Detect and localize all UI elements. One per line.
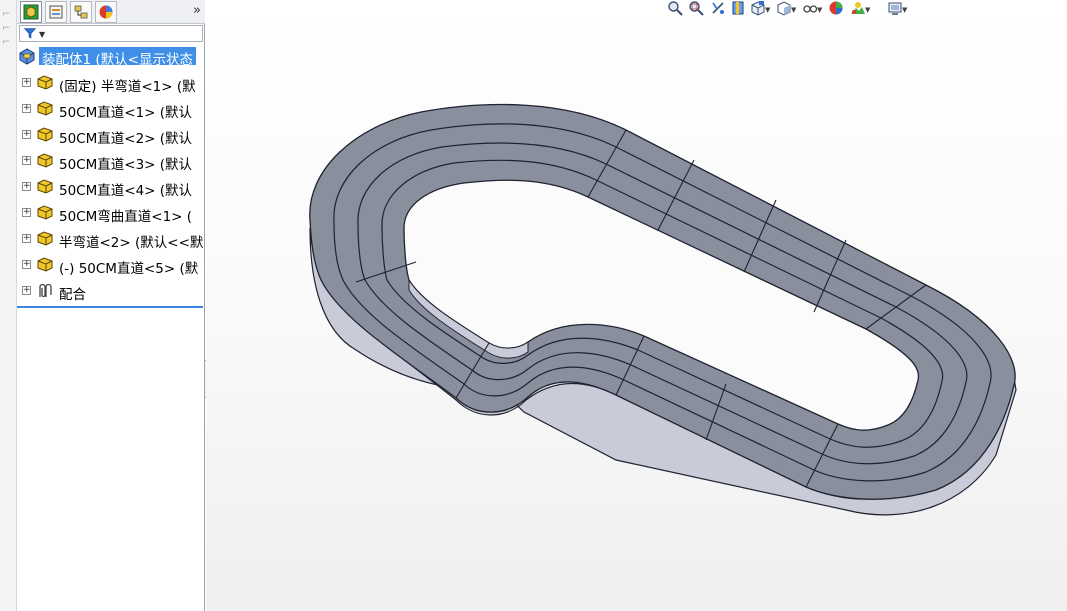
tree-item-part[interactable]: + 50CM直道<3> (默认 [17, 150, 203, 172]
expand-toggle[interactable]: + [22, 260, 31, 269]
smart-dimension-icon[interactable]: ⌐ [2, 38, 14, 48]
tree-item-part[interactable]: + 半弯道<2> (默认<<默 [17, 228, 203, 250]
part-icon [37, 257, 53, 272]
filter-dropdown-arrow[interactable]: ▼ [39, 30, 45, 39]
part-icon [37, 205, 53, 220]
tree-item-label: 半弯道<2> (默认<<默 [59, 235, 203, 250]
tab-configuration-manager[interactable] [70, 1, 92, 23]
feature-manager-panel: » ▼ 装配体1 (默认<显示状态 + (固定) 半弯道<1> (默 + 50C… [17, 0, 205, 611]
part-icon [37, 231, 53, 246]
tree-item-label: 50CM弯曲直道<1> ( [59, 209, 193, 224]
sketch-tool-icon[interactable]: ⌐ [2, 10, 14, 20]
part-icon [37, 127, 53, 142]
tree-item-part[interactable]: + (-) 50CM直道<5> (默 [17, 254, 203, 276]
tree-bottom-divider [17, 306, 203, 308]
expand-toggle[interactable]: + [22, 286, 31, 295]
expand-toggle[interactable]: + [22, 156, 31, 165]
expand-toggle[interactable]: + [22, 130, 31, 139]
property-manager-icon [49, 5, 63, 19]
tree-item-label: 50CM直道<3> (默认 [59, 157, 193, 172]
feature-manager-icon [23, 4, 39, 20]
tree-root-label: 装配体1 (默认<显示状态 [39, 47, 196, 68]
tree-item-part[interactable]: + 50CM直道<2> (默认 [17, 124, 203, 146]
tree-item-label: (固定) 半弯道<1> (默 [59, 79, 196, 94]
configuration-manager-icon [74, 5, 88, 19]
tree-item-part[interactable]: + 50CM直道<4> (默认 [17, 176, 203, 198]
tree-item-part[interactable]: + (固定) 半弯道<1> (默 [17, 72, 203, 94]
part-icon [37, 153, 53, 168]
tab-property-manager[interactable] [45, 1, 67, 23]
expand-toggle[interactable]: + [22, 182, 31, 191]
assembly-icon [19, 48, 35, 65]
tab-display-manager[interactable] [95, 1, 117, 23]
tree-filter[interactable]: ▼ [19, 25, 203, 42]
left-command-strip: ⌐ ⌐ ⌐ [0, 0, 17, 611]
tree-item-label: 50CM直道<1> (默认 [59, 105, 193, 120]
panel-tab-bar: » [17, 0, 205, 24]
race-track-model[interactable] [206, 0, 1067, 611]
part-icon [37, 75, 53, 90]
tree-item-label: 配合 [59, 287, 86, 302]
tree-item-label: 50CM直道<2> (默认 [59, 131, 193, 146]
more-tabs-button[interactable]: » [193, 3, 201, 18]
part-icon [37, 101, 53, 116]
expand-toggle[interactable]: + [22, 104, 31, 113]
expand-toggle[interactable]: + [22, 234, 31, 243]
expand-toggle[interactable]: + [22, 78, 31, 87]
tree-item-label: (-) 50CM直道<5> (默 [59, 261, 199, 276]
tree-item-part[interactable]: + 50CM弯曲直道<1> ( [17, 202, 203, 224]
mates-icon [39, 283, 52, 298]
display-manager-icon [99, 5, 113, 19]
filter-icon [24, 28, 36, 39]
part-icon [37, 179, 53, 194]
tree-item-label: 50CM直道<4> (默认 [59, 183, 193, 198]
tree-item-mates[interactable]: + 配合 [17, 280, 203, 302]
tree-root-assembly[interactable]: 装配体1 (默认<显示状态 [17, 46, 203, 68]
expand-toggle[interactable]: + [22, 208, 31, 217]
tree-item-part[interactable]: + 50CM直道<1> (默认 [17, 98, 203, 120]
graphics-viewport[interactable]: ▼ ▼ ▼ ▼ ▼ [206, 0, 1067, 611]
relation-tool-icon[interactable]: ⌐ [2, 24, 14, 34]
tab-feature-manager[interactable] [20, 1, 42, 23]
